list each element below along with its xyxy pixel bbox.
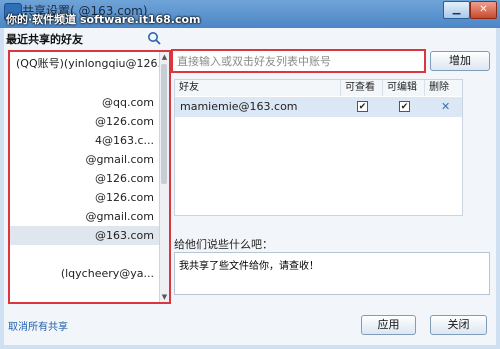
friends-scrollbar[interactable]: ▲ ▼ (159, 52, 169, 302)
friend-email: mamiemie@163.com (180, 100, 298, 113)
apply-button[interactable]: 应用 (361, 315, 416, 335)
recent-friends-heading: 最近共享的好友 (6, 33, 83, 46)
close-window-button[interactable]: ✕ (470, 1, 497, 19)
add-button[interactable]: 增加 (430, 51, 490, 71)
list-item[interactable]: @126.com (10, 112, 160, 131)
list-item[interactable]: 4@163.c... (10, 131, 160, 150)
list-item[interactable]: (lqycheery@ya... (10, 264, 160, 283)
title-bar: 共享设置( @163.com) 你的·软件频道 software.it168.c… (0, 0, 500, 28)
list-item-selected[interactable]: @163.com (10, 226, 160, 245)
recent-friends-list[interactable]: (QQ账号)(yinlongqiu@126.c... @qq.com @126.… (8, 50, 171, 304)
message-textarea[interactable]: 我共享了些文件给你，请查收！ (174, 252, 490, 295)
search-icon[interactable] (147, 31, 161, 45)
column-header-can-edit[interactable]: 可编辑 (383, 80, 425, 96)
scroll-down-icon[interactable]: ▼ (160, 292, 169, 302)
list-item[interactable]: @gmail.com (10, 150, 160, 169)
column-header-delete[interactable]: 删除 (425, 80, 462, 96)
delete-icon[interactable]: ✕ (441, 97, 450, 117)
can-edit-checkbox[interactable]: ✔ (399, 101, 410, 112)
list-item[interactable] (10, 283, 160, 302)
minimize-button[interactable]: ▁ (443, 1, 470, 19)
table-row[interactable]: mamiemie@163.com ✔ ✔ ✕ (175, 97, 462, 117)
list-item[interactable]: @126.com (10, 188, 160, 207)
list-item[interactable] (10, 245, 160, 264)
can-view-checkbox[interactable]: ✔ (357, 101, 368, 112)
list-item[interactable]: @gmail.com (10, 207, 160, 226)
scroll-up-icon[interactable]: ▲ (160, 52, 169, 62)
close-button[interactable]: 关闭 (430, 315, 487, 335)
list-item[interactable]: (QQ账号)(yinlongqiu@126.c... (10, 54, 160, 73)
list-item[interactable]: @126.com (10, 169, 160, 188)
cancel-all-shares-link[interactable]: 取消所有共享 (8, 318, 68, 333)
add-friend-input[interactable] (171, 49, 426, 73)
watermark: 你的·软件频道 software.it168.com (6, 13, 201, 26)
list-item[interactable]: @qq.com (10, 93, 160, 112)
column-header-can-view[interactable]: 可查看 (341, 80, 383, 96)
shared-friends-table: 好友 可查看 可编辑 删除 mamiemie@163.com ✔ ✔ ✕ (174, 79, 463, 216)
column-header-friend[interactable]: 好友 (175, 80, 341, 96)
scroll-thumb[interactable] (161, 64, 167, 184)
message-label: 给他们说些什么吧： (174, 238, 273, 251)
